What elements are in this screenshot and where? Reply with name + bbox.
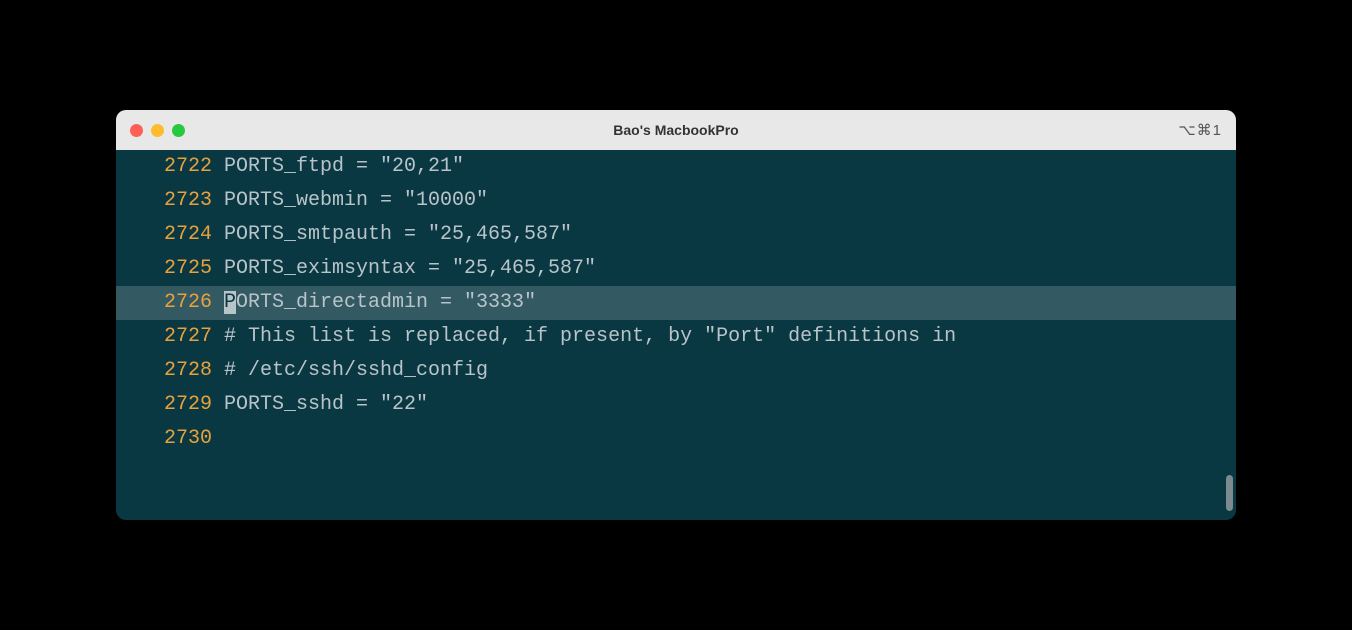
code-line[interactable]: 2725 PORTS_eximsyntax = "25,465,587"	[116, 252, 1236, 286]
line-text: # /etc/ssh/sshd_config	[224, 354, 1236, 388]
line-number: 2723	[152, 184, 212, 218]
line-number: 2722	[152, 150, 212, 184]
line-text: PORTS_ftpd = "20,21"	[224, 150, 1236, 184]
scrollbar-thumb[interactable]	[1226, 475, 1233, 511]
line-gap	[212, 184, 224, 218]
terminal-window: Bao's MacbookPro ⌥⌘1 2722 PORTS_ftpd = "…	[116, 110, 1236, 520]
line-gap	[212, 354, 224, 388]
line-gap	[212, 320, 224, 354]
code-line[interactable]: 2728 # /etc/ssh/sshd_config	[116, 354, 1236, 388]
minimize-button[interactable]	[151, 124, 164, 137]
titlebar[interactable]: Bao's MacbookPro ⌥⌘1	[116, 110, 1236, 150]
line-text	[224, 422, 1236, 456]
window-shortcut: ⌥⌘1	[1178, 121, 1222, 139]
code-line[interactable]: 2722 PORTS_ftpd = "20,21"	[116, 150, 1236, 184]
window-title: Bao's MacbookPro	[613, 122, 738, 138]
line-text: # This list is replaced, if present, by …	[224, 320, 1236, 354]
maximize-button[interactable]	[172, 124, 185, 137]
line-text: PORTS_eximsyntax = "25,465,587"	[224, 252, 1236, 286]
line-gap	[212, 252, 224, 286]
cursor: P	[224, 291, 236, 314]
code-line[interactable]: 2730	[116, 422, 1236, 456]
line-number: 2724	[152, 218, 212, 252]
line-number: 2726	[152, 286, 212, 320]
line-gap	[212, 286, 224, 320]
traffic-lights	[130, 124, 185, 137]
close-button[interactable]	[130, 124, 143, 137]
line-text: PORTS_directadmin = "3333"	[224, 286, 1236, 320]
line-number: 2728	[152, 354, 212, 388]
code-line[interactable]: 2729 PORTS_sshd = "22"	[116, 388, 1236, 422]
line-text: PORTS_smtpauth = "25,465,587"	[224, 218, 1236, 252]
line-gap	[212, 150, 224, 184]
terminal-content[interactable]: 2722 PORTS_ftpd = "20,21"2723 PORTS_webm…	[116, 150, 1236, 520]
line-number: 2730	[152, 422, 212, 456]
line-number: 2727	[152, 320, 212, 354]
code-line[interactable]: 2723 PORTS_webmin = "10000"	[116, 184, 1236, 218]
line-gap	[212, 218, 224, 252]
line-text: PORTS_webmin = "10000"	[224, 184, 1236, 218]
line-gap	[212, 422, 224, 456]
scrollbar[interactable]	[1220, 195, 1233, 515]
line-text: PORTS_sshd = "22"	[224, 388, 1236, 422]
code-line[interactable]: 2724 PORTS_smtpauth = "25,465,587"	[116, 218, 1236, 252]
code-line[interactable]: 2726 PORTS_directadmin = "3333"	[116, 286, 1236, 320]
line-gap	[212, 388, 224, 422]
line-number: 2725	[152, 252, 212, 286]
code-line[interactable]: 2727 # This list is replaced, if present…	[116, 320, 1236, 354]
line-number: 2729	[152, 388, 212, 422]
